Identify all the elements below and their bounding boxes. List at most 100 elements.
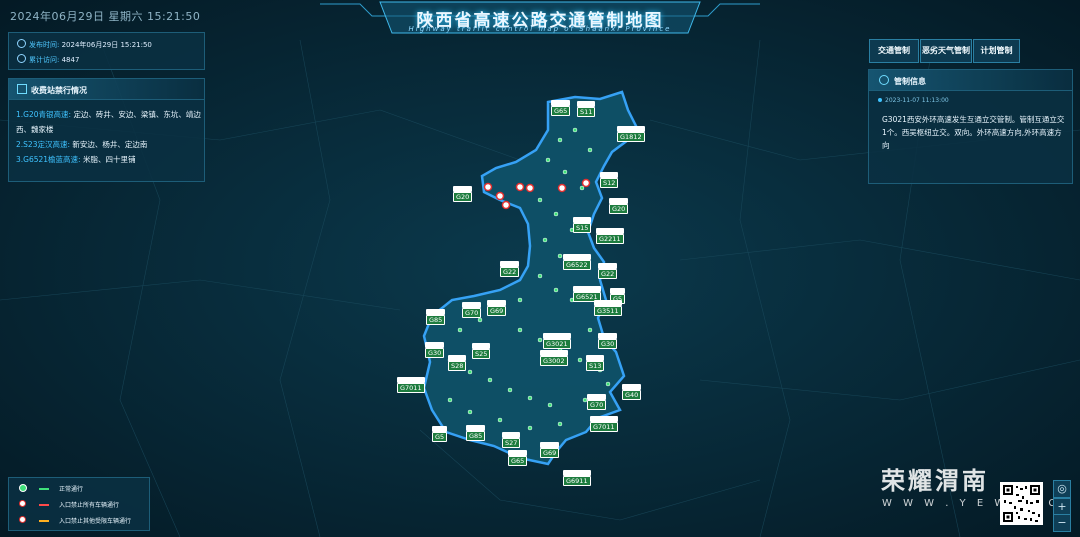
toll-station-panel: 收费站禁行情况 1.G20青银高速: 定边、砖井、安边、梁镇、东坑、靖边 西、魏… — [8, 78, 205, 182]
toll-panel-title: 收费站禁行情况 — [31, 86, 87, 95]
highway-shield[interactable]: G6522 — [563, 254, 591, 270]
visit-count-value: 4847 — [61, 56, 80, 64]
shield-code: S13 — [586, 361, 605, 371]
highway-shield[interactable]: G3002 — [540, 350, 568, 366]
qr-code-image — [1000, 482, 1043, 525]
highway-shield[interactable]: S27 — [502, 432, 521, 448]
timeline-dot — [878, 98, 882, 102]
toll-item[interactable]: 2.S23定汉高速: 新安边、杨井、定边南 — [16, 139, 147, 150]
control-info-header: 管制信息 — [869, 70, 1072, 91]
visit-count-row: 累计访问: 4847 — [17, 54, 79, 65]
no-entry-icon — [19, 500, 26, 507]
shield-code: G40 — [622, 390, 642, 400]
restricted-entry-icon — [19, 516, 26, 523]
shield-code: G3511 — [594, 306, 622, 316]
shield-code: G7011 — [590, 422, 618, 432]
highway-shield[interactable]: G22 — [598, 263, 618, 279]
zoom-out-button[interactable]: − — [1053, 514, 1071, 532]
current-datetime: 2024年06月29日 星期六 15:21:50 — [10, 10, 201, 23]
highway-shield[interactable]: S13 — [586, 355, 605, 371]
restricted-line-swatch — [39, 520, 49, 522]
toll-station-icon — [17, 84, 27, 94]
shield-code: G20 — [609, 204, 629, 214]
shield-code: G22 — [598, 269, 618, 279]
toll-item[interactable]: 西、魏家楼 — [16, 124, 54, 135]
info-icon — [879, 75, 889, 85]
shield-code: G6522 — [563, 260, 591, 270]
publish-time-row: 发布时间: 2024年06月29日 15:21:50 — [17, 39, 152, 50]
page-subtitle: Highway traffic control map of Shaanxi P… — [408, 25, 672, 33]
control-info-panel: 管制信息 2023-11-07 11:13:00 G3021西安外环高速发生互通… — [868, 69, 1073, 184]
shield-code: G69 — [540, 448, 560, 458]
shield-code: G30 — [425, 348, 445, 358]
watermark-logo: 荣耀渭南 — [881, 467, 989, 495]
highway-shield[interactable]: G30 — [598, 333, 618, 349]
shield-code: G85 — [426, 315, 446, 325]
shield-code: G6911 — [563, 476, 591, 486]
locate-button[interactable]: ◎ — [1053, 480, 1071, 498]
shield-code: G2211 — [596, 234, 624, 244]
shield-code: S28 — [448, 361, 467, 371]
highway-shield[interactable]: S12 — [600, 172, 619, 188]
highway-shield[interactable]: G85 — [466, 425, 486, 441]
publish-time-value: 2024年06月29日 15:21:50 — [61, 41, 152, 49]
highway-shield[interactable]: G69 — [487, 300, 507, 316]
closed-line-swatch — [39, 504, 49, 506]
clock-icon — [17, 39, 26, 48]
highway-shield[interactable]: G20 — [453, 186, 473, 202]
highway-shield[interactable]: G65 — [551, 100, 571, 116]
highway-shield[interactable]: S11 — [577, 101, 596, 117]
shield-code: G1812 — [617, 132, 645, 142]
shield-code: S25 — [472, 349, 491, 359]
shield-code: G3021 — [543, 339, 571, 349]
shield-code: S15 — [573, 223, 592, 233]
traffic-control-button[interactable]: 交通管制 — [869, 39, 919, 63]
highway-shield[interactable]: G40 — [622, 384, 642, 400]
shield-code: S11 — [577, 107, 596, 117]
highway-shield[interactable]: G6911 — [563, 470, 591, 486]
shield-code: G85 — [466, 431, 486, 441]
highway-shield[interactable]: S28 — [448, 355, 467, 371]
shield-code: G69 — [487, 306, 507, 316]
shield-code: G65 — [551, 106, 571, 116]
control-message[interactable]: G3021西安外环高速发生互通立交管制。管制互通立交1个。西吴枢纽立交。双向。外… — [882, 113, 1066, 152]
highway-shield[interactable]: S25 — [472, 343, 491, 359]
highway-shield[interactable]: G1812 — [617, 126, 645, 142]
highway-shield[interactable]: G7011 — [590, 416, 618, 432]
highway-shield[interactable]: G85 — [426, 309, 446, 325]
highway-shield[interactable]: G70 — [462, 302, 482, 318]
highway-shield[interactable]: G30 — [425, 342, 445, 358]
shield-code: G3002 — [540, 356, 568, 366]
visit-count-label: 累计访问: — [29, 56, 60, 64]
top-bar: 2024年06月29日 星期六 15:21:50 陕西省高速公路交通管制地图 H… — [0, 0, 1080, 34]
highway-shield[interactable]: G22 — [500, 261, 520, 277]
title-banner: 陕西省高速公路交通管制地图 Highway traffic control ma… — [320, 0, 760, 36]
weather-control-button[interactable]: 恶劣天气管制 — [920, 39, 972, 63]
highway-shield[interactable]: G5 — [432, 426, 448, 442]
highway-shield[interactable]: G69 — [540, 442, 560, 458]
highway-shield[interactable]: G3511 — [594, 300, 622, 316]
control-info-title: 管制信息 — [894, 77, 926, 86]
highway-shield[interactable]: G7011 — [397, 377, 425, 393]
shield-code: S27 — [502, 438, 521, 448]
normal-line-swatch — [39, 488, 49, 490]
highway-shield[interactable]: G70 — [587, 394, 607, 410]
shield-code: S12 — [600, 178, 619, 188]
shield-code: G70 — [462, 308, 482, 318]
highway-shield[interactable]: G20 — [609, 198, 629, 214]
toll-item[interactable]: 1.G20青银高速: 定边、砖井、安边、梁镇、东坑、靖边 — [16, 109, 201, 120]
planned-control-button[interactable]: 计划管制 — [973, 39, 1020, 63]
shield-code: G30 — [598, 339, 618, 349]
toll-item[interactable]: 3.G6521榆蓝高速: 米脂、四十里铺 — [16, 154, 135, 165]
shield-code: G22 — [500, 267, 520, 277]
highway-shield[interactable]: G2211 — [596, 228, 624, 244]
control-time: 2023-11-07 11:13:00 — [885, 97, 949, 104]
highway-shield[interactable]: G65 — [508, 450, 528, 466]
highway-shield[interactable]: G3021 — [543, 333, 571, 349]
publish-info-panel: 发布时间: 2024年06月29日 15:21:50 累计访问: 4847 — [8, 32, 205, 70]
shield-code: G70 — [587, 400, 607, 410]
shield-code: G20 — [453, 192, 473, 202]
highway-shield[interactable]: S15 — [573, 217, 592, 233]
map-legend: 正常通行 入口禁止所有车辆通行 入口禁止其他受限车辆通行 — [8, 477, 150, 531]
normal-marker-icon — [19, 484, 27, 492]
